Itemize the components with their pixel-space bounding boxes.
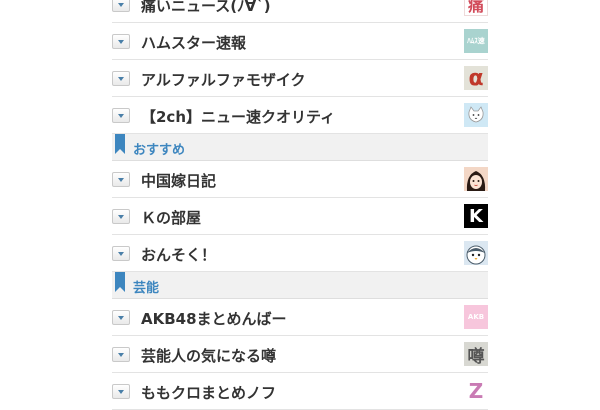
cat-logo-icon <box>464 103 488 127</box>
feed-list: 痛いニュース(ﾉ∀`) 痛 ハムスター速報 ﾊﾑｽ速 アルファルファモザイク α… <box>112 0 488 410</box>
uwasa-logo-icon: 噂 <box>464 342 488 366</box>
list-item[interactable]: アルファルファモザイク α <box>112 60 488 97</box>
expand-toggle-button[interactable] <box>112 108 130 123</box>
caret-down-icon <box>118 177 124 182</box>
list-item[interactable]: 【2ch】ニュー速クオリティ <box>112 97 488 134</box>
expand-toggle-button[interactable] <box>112 209 130 224</box>
thumb-text: Z <box>468 379 484 403</box>
bookmark-icon <box>115 272 125 292</box>
thumb-text: ﾊﾑｽ速 <box>467 37 485 45</box>
thumb-text: K <box>469 205 483 227</box>
list-item[interactable]: 痛いニュース(ﾉ∀`) 痛 <box>112 0 488 23</box>
k-room-logo-icon: K <box>464 204 488 228</box>
site-name[interactable]: ハムスター速報 <box>141 32 246 53</box>
caret-down-icon <box>118 251 124 256</box>
site-name[interactable]: 【2ch】ニュー速クオリティ <box>141 106 335 127</box>
caret-down-icon <box>118 2 124 7</box>
site-name[interactable]: アルファルファモザイク <box>141 69 306 90</box>
caret-down-icon <box>118 113 124 118</box>
site-name[interactable]: 中国嫁日記 <box>141 170 216 191</box>
list-item[interactable]: おんそく！ <box>112 235 488 272</box>
list-item[interactable]: ハムスター速報 ﾊﾑｽ速 <box>112 23 488 60</box>
caret-down-icon <box>118 315 124 320</box>
hamster-logo-icon: ﾊﾑｽ速 <box>464 29 488 53</box>
site-name[interactable]: おんそく！ <box>141 244 216 265</box>
section-title: 芸能 <box>133 281 160 296</box>
section-title: おすすめ <box>133 143 186 158</box>
thumb-text: 噂 <box>467 346 485 367</box>
list-item[interactable]: AKB48まとめんばー AKB <box>112 299 488 336</box>
caret-down-icon <box>118 214 124 219</box>
list-item[interactable]: ももクロまとめノフ Z <box>112 373 488 410</box>
expand-toggle-button[interactable] <box>112 71 130 86</box>
list-item[interactable]: 中国嫁日記 <box>112 161 488 198</box>
expand-toggle-button[interactable] <box>112 347 130 362</box>
momoclo-logo-icon: Z <box>464 379 488 403</box>
expand-toggle-button[interactable] <box>112 310 130 325</box>
expand-toggle-button[interactable] <box>112 246 130 261</box>
site-name[interactable]: Ｋの部屋 <box>141 207 201 228</box>
section-header-osusume: おすすめ <box>112 134 488 161</box>
thumb-text: AKB <box>467 313 485 321</box>
expand-toggle-button[interactable] <box>112 172 130 187</box>
chinese-wife-avatar-icon <box>464 167 488 191</box>
site-name[interactable]: 痛いニュース(ﾉ∀`) <box>141 0 271 16</box>
caret-down-icon <box>118 76 124 81</box>
thumb-text: 痛 <box>467 0 484 15</box>
onsoku-penguin-icon <box>464 241 488 265</box>
caret-down-icon <box>118 352 124 357</box>
expand-toggle-button[interactable] <box>112 0 130 12</box>
expand-toggle-button[interactable] <box>112 34 130 49</box>
expand-toggle-button[interactable] <box>112 384 130 399</box>
itai-news-logo-icon: 痛 <box>464 0 488 16</box>
list-item[interactable]: Ｋの部屋 K <box>112 198 488 235</box>
alpha-logo-icon: α <box>464 66 488 90</box>
list-item[interactable]: 芸能人の気になる噂 噂 <box>112 336 488 373</box>
akb48-logo-icon: AKB <box>464 305 488 329</box>
bookmark-icon <box>115 134 125 154</box>
caret-down-icon <box>118 39 124 44</box>
site-name[interactable]: 芸能人の気になる噂 <box>141 345 276 366</box>
caret-down-icon <box>118 389 124 394</box>
thumb-text: α <box>468 66 484 90</box>
section-header-geinou: 芸能 <box>112 272 488 299</box>
site-name[interactable]: AKB48まとめんばー <box>141 308 287 329</box>
